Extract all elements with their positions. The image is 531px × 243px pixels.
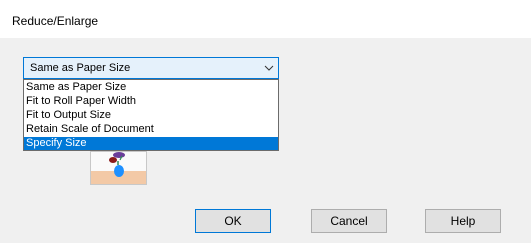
option-same-as-paper-size[interactable]: Same as Paper Size <box>24 81 278 94</box>
chevron-down-icon[interactable] <box>264 64 274 72</box>
reduce-enlarge-selected-value: Same as Paper Size <box>30 62 131 74</box>
option-retain-scale-of-document[interactable]: Retain Scale of Document <box>24 123 278 136</box>
option-fit-to-roll-paper-width[interactable]: Fit to Roll Paper Width <box>24 95 278 108</box>
cancel-button[interactable]: Cancel <box>311 209 387 233</box>
help-button[interactable]: Help <box>425 209 501 233</box>
image-preview-icon <box>91 152 146 184</box>
reduce-enlarge-select[interactable]: Same as Paper Size <box>23 57 279 79</box>
ok-button[interactable]: OK <box>195 209 271 233</box>
option-fit-to-output-size[interactable]: Fit to Output Size <box>24 109 278 122</box>
image-preview <box>90 151 147 185</box>
option-specify-size[interactable]: Specify Size <box>24 137 278 150</box>
window-title: Reduce/Enlarge <box>12 14 99 28</box>
title-bar: Reduce/Enlarge <box>0 0 531 38</box>
reduce-enlarge-dropdown-list: Same as Paper Size Fit to Roll Paper Wid… <box>23 79 279 151</box>
